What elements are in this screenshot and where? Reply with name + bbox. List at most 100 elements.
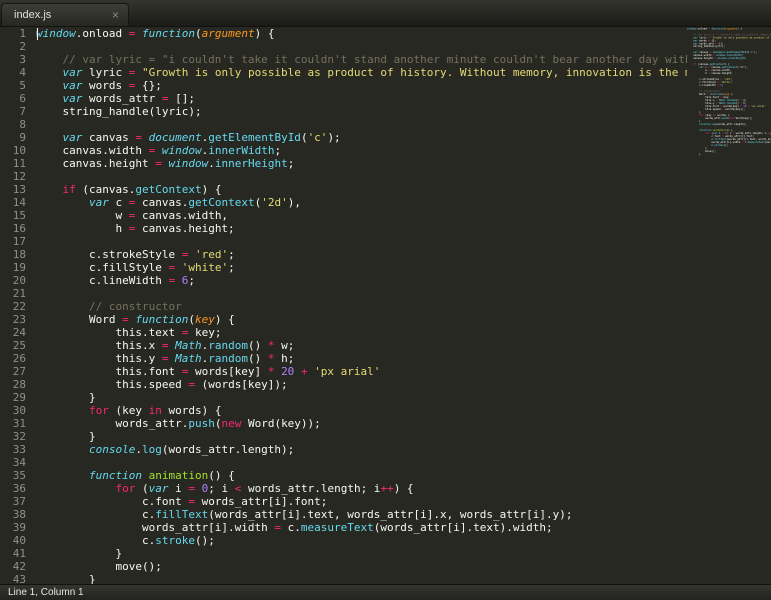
code-token: ) {: [393, 482, 414, 495]
code-line: 35 function animation() {: [0, 469, 771, 482]
line-number: 7: [19, 105, 26, 118]
code-token: function: [711, 27, 724, 30]
code-text: canvas.width = window.innerWidth;: [36, 144, 281, 157]
line-number: 36: [12, 482, 26, 495]
code-token: (words_attr.length);: [161, 443, 295, 456]
minimap[interactable]: window.onload = function(argument) { // …: [687, 27, 771, 584]
code-token: move();: [36, 560, 162, 573]
code-token: (key: [108, 404, 149, 417]
code-line: 13 if (canvas.getContext) {: [0, 183, 771, 196]
code-token: (): [247, 352, 268, 365]
code-token: key: [194, 313, 215, 326]
code-token: ) {: [737, 27, 742, 30]
line-number: 12: [12, 170, 26, 183]
code-text: this.x = Math.random() * w;: [36, 339, 294, 352]
code-editor[interactable]: 1 window.onload = function(argument) {2 3…: [0, 27, 771, 584]
tab-index-js[interactable]: index.js ×: [1, 3, 129, 26]
code-token: canvas.width: [36, 144, 149, 157]
code-line: 16 h = canvas.height;: [0, 222, 771, 235]
line-number: 16: [12, 222, 26, 235]
code-token: canvas: [82, 131, 136, 144]
line-number: 2: [19, 40, 26, 53]
line-number: 19: [12, 261, 26, 274]
code-token: '2d': [261, 196, 288, 209]
code-text: if (canvas.getContext) {: [36, 183, 222, 196]
minimap-content: window.onload = function(argument) { // …: [687, 27, 771, 156]
code-text: c.fillText(words_attr[i].text, words_att…: [36, 508, 573, 521]
code-token: }: [36, 573, 96, 584]
code-text: this.speed = (words[key]);: [36, 378, 288, 391]
code-line: 21: [0, 287, 771, 300]
line-number: 11: [12, 157, 26, 170]
line-number: 15: [12, 209, 26, 222]
line-number: 22: [12, 300, 26, 313]
code-token: ;: [274, 144, 282, 157]
code-text: window.onload = function(argument) {: [36, 27, 274, 40]
code-line: 4 var lyric = "Growth is only possible a…: [0, 66, 771, 79]
code-line: 37 c.font = words_attr[i].font;: [0, 495, 771, 508]
close-icon[interactable]: ×: [112, 9, 119, 21]
code-token: );: [327, 131, 341, 144]
code-token: () {: [208, 469, 235, 482]
code-token: getElementById: [208, 131, 301, 144]
line-number: 32: [12, 430, 26, 443]
code-text: window.onload = function(argument) {: [687, 27, 742, 30]
code-line: 39 words_attr[i].width = c.measureText(w…: [0, 521, 771, 534]
code-token: c.lineWidth: [687, 83, 718, 87]
code-token: (words_attr[i].text).width;: [373, 521, 553, 534]
code-line: }: [687, 153, 771, 156]
code-token: // constructor: [36, 300, 182, 313]
code-token: measureText: [747, 140, 765, 144]
code-token: string_handle(lyric);: [687, 44, 726, 48]
code-token: stroke: [714, 143, 724, 147]
code-token: ),: [744, 65, 748, 69]
code-token: }: [36, 430, 96, 443]
code-token: }: [687, 152, 701, 156]
line-number: 21: [12, 287, 26, 300]
code-line: 25 this.x = Math.random() * w;: [0, 339, 771, 352]
code-line: 9 var canvas = document.getElementById('…: [0, 131, 771, 144]
code-text: }: [36, 391, 96, 404]
code-text: canvas.height = window.innerHeight;: [36, 157, 294, 170]
line-number: 17: [12, 235, 26, 248]
code-token: ;: [287, 157, 295, 170]
code-token: (: [194, 27, 202, 40]
code-token: key;: [188, 326, 222, 339]
code-token: ++: [380, 482, 394, 495]
code-text: Word = function(key) {: [36, 313, 235, 326]
code-token: canvas.height: [687, 56, 715, 60]
code-token: fillText: [155, 508, 209, 521]
code-token: 'red': [194, 248, 229, 261]
code-token: getContext: [135, 183, 202, 196]
code-line: 20 c.lineWidth = 6;: [0, 274, 771, 287]
code-token: argument: [725, 27, 738, 30]
code-token: =: [122, 313, 129, 326]
code-token: c.font: [36, 495, 189, 508]
line-number: 10: [12, 144, 26, 157]
code-token: in: [148, 404, 162, 417]
code-token: ;: [722, 83, 724, 87]
code-token: 20: [281, 365, 295, 378]
code-token: this.y: [36, 352, 162, 365]
code-token: (words[key]);: [194, 378, 288, 391]
line-number: 30: [12, 404, 26, 417]
code-line: 18 c.strokeStyle = 'red';: [0, 248, 771, 261]
code-area[interactable]: 1 window.onload = function(argument) {2 3…: [0, 27, 771, 584]
code-token: console: [699, 122, 710, 126]
code-token: window: [161, 144, 202, 157]
code-token: =: [188, 495, 195, 508]
code-token: words[key]: [188, 365, 268, 378]
code-token: "Growth is only possible as product of h…: [711, 35, 771, 39]
line-number: 13: [12, 183, 26, 196]
line-number: 39: [12, 521, 26, 534]
code-token: w;: [274, 339, 295, 352]
